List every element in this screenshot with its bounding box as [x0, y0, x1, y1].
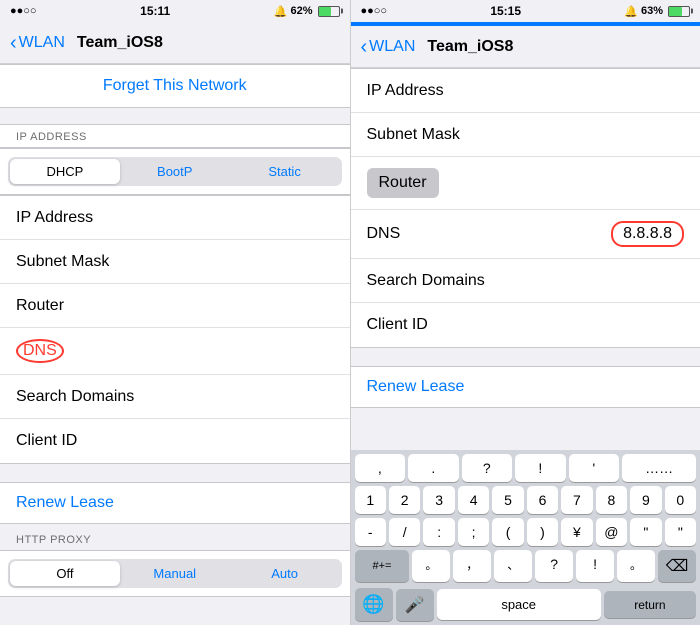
list-item: Search Domains	[0, 375, 350, 419]
right-time: 15:15	[490, 4, 521, 18]
segment-static[interactable]: Static	[230, 159, 340, 184]
keyboard-shift-row: #+= 。 ， 、 ? ! 。 ⌫	[351, 548, 700, 584]
left-nav-title: Team_iOS8	[77, 34, 163, 52]
left-nav-bar: ‹ WLAN Team_iOS8	[0, 22, 350, 64]
right-subnet-item: Subnet Mask	[351, 113, 700, 157]
key-at[interactable]: @	[596, 518, 627, 546]
keyboard-special-row: , . ? ! ' ……	[351, 450, 700, 484]
left-list-group: IP Address Subnet Mask Router DNS Search…	[0, 195, 350, 464]
left-back-button[interactable]: ‹ WLAN	[10, 33, 65, 53]
list-item: IP Address	[0, 196, 350, 240]
key-ellipsis[interactable]: ……	[622, 454, 696, 482]
renew-lease-button[interactable]: Renew Lease	[0, 482, 350, 524]
right-status-bar: ●●○○ 15:15 🔔 63%	[351, 0, 700, 22]
keyboard-bottom-row: 🌐 🎤 space return	[351, 584, 700, 625]
key-jp-comma[interactable]: ，	[453, 550, 491, 582]
list-item: Client ID	[0, 419, 350, 463]
dns-label-circled: DNS	[16, 339, 64, 363]
key-quote2[interactable]: "	[665, 518, 696, 546]
bottom-segment[interactable]: Off Manual Auto	[0, 550, 350, 597]
key-exclaim[interactable]: !	[515, 454, 566, 482]
right-dns-item[interactable]: DNS 8.8.8.8	[351, 210, 700, 259]
segment-dhcp[interactable]: DHCP	[10, 159, 120, 184]
ip-section-header: IP ADDRESS	[0, 124, 350, 148]
right-battery: 🔔 63%	[624, 5, 690, 18]
chevron-left-icon: ‹	[10, 33, 17, 53]
right-chevron-icon: ‹	[361, 37, 368, 57]
right-battery-icon	[668, 6, 690, 17]
right-nav-title: Team_iOS8	[427, 38, 513, 56]
key-period[interactable]: .	[408, 454, 459, 482]
right-signal: ●●○○	[361, 5, 388, 17]
key-jp-pause[interactable]: 、	[494, 550, 532, 582]
list-item: Subnet Mask	[0, 240, 350, 284]
key-2[interactable]: 2	[389, 486, 420, 514]
key-open-paren[interactable]: (	[492, 518, 523, 546]
right-clientid-item: Client ID	[351, 303, 700, 347]
segment-control[interactable]: DHCP BootP Static	[0, 148, 350, 195]
key-5[interactable]: 5	[492, 486, 523, 514]
left-back-label: WLAN	[19, 34, 65, 52]
left-phone-screen: ●●○○ 15:11 🔔 62% ‹ WLAN Team_iOS8 Forget…	[0, 0, 350, 625]
key-return[interactable]: return	[604, 591, 696, 618]
dns-value-circled: 8.8.8.8	[611, 221, 684, 247]
http-proxy-header: HTTP PROXY	[0, 524, 350, 550]
router-button[interactable]: Router	[367, 168, 439, 198]
key-8[interactable]: 8	[596, 486, 627, 514]
right-phone-screen: ●●○○ 15:15 🔔 63% ‹ WLAN Team_iOS8 IP Add…	[351, 0, 700, 625]
right-back-label: WLAN	[369, 38, 415, 56]
right-back-button[interactable]: ‹ WLAN	[361, 37, 416, 57]
backspace-icon: ⌫	[666, 558, 689, 575]
left-signal: ●●○○	[10, 5, 37, 17]
key-dash[interactable]: -	[355, 518, 386, 546]
backspace-button[interactable]: ⌫	[658, 550, 696, 582]
segment-row: DHCP BootP Static	[8, 157, 342, 186]
right-router-item: Router	[351, 157, 700, 210]
key-7[interactable]: 7	[561, 486, 592, 514]
key-colon[interactable]: :	[423, 518, 454, 546]
segment-bootp[interactable]: BootP	[120, 159, 230, 184]
keyboard[interactable]: , . ? ! ' …… 1 2 3 4 5 6 7 8 9 0 - / : ;…	[351, 450, 700, 625]
forget-network-button[interactable]: Forget This Network	[0, 64, 350, 108]
key-1[interactable]: 1	[355, 486, 386, 514]
left-time: 15:11	[140, 4, 170, 18]
left-status-bar: ●●○○ 15:11 🔔 62%	[0, 0, 350, 22]
right-renew-lease-button[interactable]: Renew Lease	[351, 366, 700, 408]
key-exclaim2[interactable]: !	[576, 550, 614, 582]
right-ip-item: IP Address	[351, 69, 700, 113]
key-apostrophe[interactable]: '	[569, 454, 620, 482]
key-4[interactable]: 4	[458, 486, 489, 514]
bottom-segment-row: Off Manual Auto	[8, 559, 342, 588]
key-emoji[interactable]: 🌐	[355, 588, 393, 621]
battery-icon	[318, 6, 340, 17]
key-space[interactable]: space	[437, 589, 601, 620]
key-mic[interactable]: 🎤	[396, 589, 434, 621]
key-close-paren[interactable]: )	[527, 518, 558, 546]
dns-list-item: DNS	[0, 328, 350, 375]
key-semicolon[interactable]: ;	[458, 518, 489, 546]
key-3[interactable]: 3	[423, 486, 454, 514]
key-comma[interactable]: ,	[355, 454, 406, 482]
key-9[interactable]: 9	[630, 486, 661, 514]
keyboard-number-row: 1 2 3 4 5 6 7 8 9 0	[351, 484, 700, 516]
key-yen[interactable]: ¥	[561, 518, 592, 546]
key-question[interactable]: ?	[462, 454, 513, 482]
right-nav-bar: ‹ WLAN Team_iOS8	[351, 26, 700, 68]
bottom-seg-auto[interactable]: Auto	[230, 561, 340, 586]
keyboard-symbol-row: - / : ; ( ) ¥ @ " "	[351, 516, 700, 548]
right-list-group: IP Address Subnet Mask Router DNS 8.8.8.…	[351, 68, 700, 348]
key-hash-plus[interactable]: #+=	[355, 550, 410, 582]
key-0[interactable]: 0	[665, 486, 696, 514]
bottom-seg-manual[interactable]: Manual	[120, 561, 230, 586]
key-slash[interactable]: /	[389, 518, 420, 546]
key-jp-period2[interactable]: 。	[617, 550, 655, 582]
key-6[interactable]: 6	[527, 486, 558, 514]
key-question2[interactable]: ?	[535, 550, 573, 582]
key-jp-period[interactable]: 。	[412, 550, 450, 582]
bottom-seg-off[interactable]: Off	[10, 561, 120, 586]
left-battery: 🔔 62%	[274, 5, 340, 18]
key-quote1[interactable]: "	[630, 518, 661, 546]
right-search-item: Search Domains	[351, 259, 700, 303]
list-item: Router	[0, 284, 350, 328]
